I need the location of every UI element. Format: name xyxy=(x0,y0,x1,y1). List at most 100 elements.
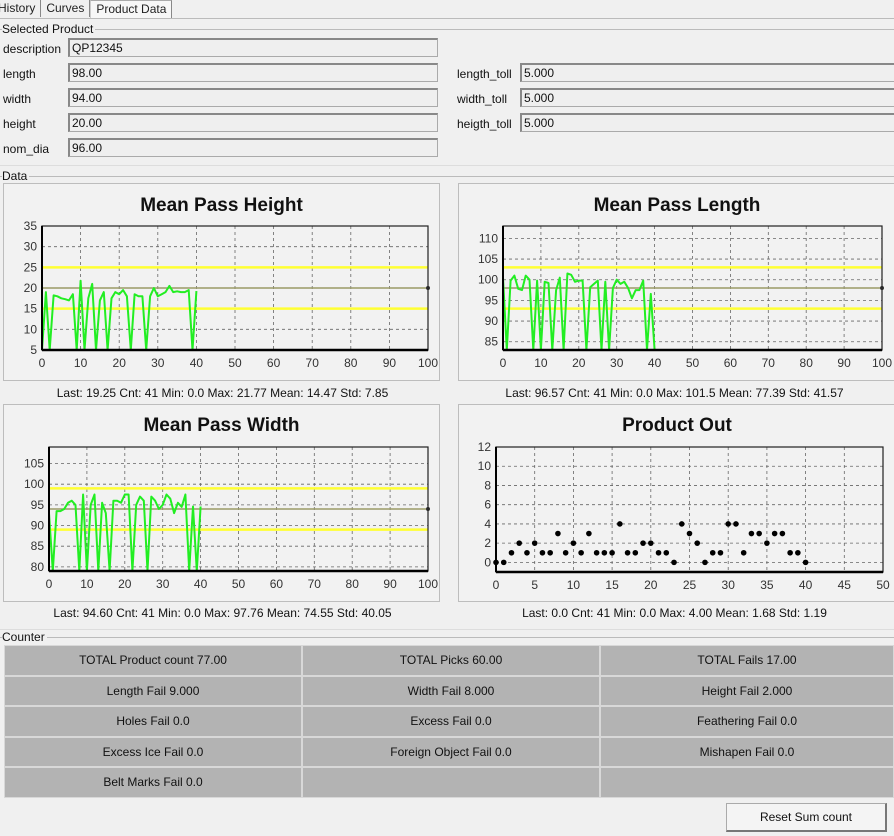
y-tick-label: 100 xyxy=(478,273,498,287)
width-label: width xyxy=(3,92,32,106)
width-field[interactable]: 94.00 xyxy=(68,88,438,107)
y-tick-label: 95 xyxy=(485,293,499,307)
description-field[interactable]: QP12345 xyxy=(68,38,438,57)
x-tick-label: 25 xyxy=(683,578,697,592)
data-point xyxy=(570,540,577,546)
data-point xyxy=(508,549,515,556)
x-tick-label: 20 xyxy=(118,577,132,591)
chart-length: 0 10 20 30 40 50 60 70 80 90 100 85 90 95 100 105 110 xyxy=(478,225,892,370)
length-label: length xyxy=(3,67,36,81)
x-tick-label: 20 xyxy=(572,356,586,370)
data-point xyxy=(531,540,538,546)
tab-curves[interactable]: Curves xyxy=(41,0,91,17)
nom-dia-label: nom_dia xyxy=(3,142,50,156)
tab-divider xyxy=(0,18,894,19)
data-point xyxy=(802,559,809,566)
y-tick-label: 30 xyxy=(24,240,38,254)
x-tick-label: 50 xyxy=(232,577,246,591)
reset-sum-count-button[interactable]: Reset Sum count xyxy=(726,803,887,832)
data-point xyxy=(702,559,708,566)
length-toll-label: length_toll xyxy=(457,67,512,81)
data-point xyxy=(578,549,584,556)
data-point xyxy=(764,540,770,546)
x-tick-label: 35 xyxy=(760,578,774,592)
counter-empty-cell xyxy=(302,767,600,798)
data-point xyxy=(671,559,677,566)
data-point xyxy=(748,530,755,537)
data-point xyxy=(586,530,592,537)
counter-holes-fail: Holes Fail 0.0 xyxy=(4,706,302,737)
height-label: height xyxy=(3,117,36,131)
x-tick-label: 30 xyxy=(151,356,165,370)
x-tick-label: 10 xyxy=(80,577,94,591)
y-tick-label: 35 xyxy=(24,219,38,233)
x-tick-label: 10 xyxy=(74,356,88,370)
x-tick-label: 100 xyxy=(418,356,438,370)
data-point xyxy=(740,549,747,556)
counter-total-product-count: TOTAL Product count 77.00 xyxy=(4,645,302,676)
y-tick-label: 80 xyxy=(31,560,45,574)
y-tick-label: 10 xyxy=(24,322,38,336)
y-tick-label: 20 xyxy=(24,281,38,295)
chart-panel-length: Mean Pass Length 0 10 20 30 40 50 60 70 80 90 100 8… xyxy=(458,183,894,381)
x-tick-label: 80 xyxy=(800,356,814,370)
y-tick-label: 85 xyxy=(31,539,45,553)
x-tick-label: 70 xyxy=(308,577,322,591)
data-point xyxy=(609,549,615,556)
x-tick-label: 90 xyxy=(383,577,397,591)
width-toll-label: width_toll xyxy=(457,92,508,106)
x-tick-label: 60 xyxy=(724,356,738,370)
x-tick-label: 5 xyxy=(531,578,538,592)
data-point xyxy=(725,521,731,527)
counter-excess-fail: Excess Fail 0.0 xyxy=(302,706,600,737)
counter-total-picks: TOTAL Picks 60.00 xyxy=(302,645,600,676)
x-tick-label: 30 xyxy=(156,577,170,591)
y-tick-label: 95 xyxy=(31,498,45,512)
data-point xyxy=(624,549,631,556)
tab-history[interactable]: History xyxy=(0,0,42,17)
y-tick-label: 15 xyxy=(24,302,38,316)
length-toll-field[interactable]: 5.000 xyxy=(520,63,894,82)
data-group-title: Data xyxy=(2,169,30,183)
data-point xyxy=(601,549,608,556)
data-point xyxy=(617,521,623,527)
chart-width: 0 10 20 30 40 50 60 70 80 90 100 80 85 90 95 100 105 xyxy=(24,446,438,591)
y-tick-label: 6 xyxy=(484,498,491,512)
counter-feathering-fail: Feathering Fail 0.0 xyxy=(600,706,894,737)
counter-total-fails: TOTAL Fails 17.00 xyxy=(600,645,894,676)
length-field[interactable]: 98.00 xyxy=(68,63,438,82)
chart-panel-height: Mean Pass Height 0 10 20 30 40 50 60 70 80 90 100 5… xyxy=(3,183,440,381)
x-tick-label: 10 xyxy=(534,356,548,370)
x-tick-label: 90 xyxy=(383,356,397,370)
x-tick-label: 40 xyxy=(190,356,204,370)
height-field[interactable]: 20.00 xyxy=(68,113,438,132)
x-tick-label: 20 xyxy=(644,578,658,592)
y-tick-label: 100 xyxy=(24,477,44,491)
x-tick-label: 40 xyxy=(799,578,813,592)
x-tick-label: 100 xyxy=(872,356,892,370)
x-tick-label: 50 xyxy=(228,356,242,370)
y-tick-label: 2 xyxy=(484,536,491,550)
y-tick-label: 0 xyxy=(484,555,491,569)
x-tick-label: 40 xyxy=(194,577,208,591)
tab-product-data[interactable]: Product Data xyxy=(90,0,173,19)
data-point xyxy=(524,549,530,556)
counter-group: Counter xyxy=(0,630,894,644)
heigth-toll-field[interactable]: 5.000 xyxy=(520,113,894,132)
chart-panel-product-out: Product Out 0 5 10 15 20 25 30 35 40 45 50 0 2 4 6 8 10 1… xyxy=(458,404,894,602)
x-tick-label: 80 xyxy=(346,577,360,591)
x-tick-label: 100 xyxy=(418,577,438,591)
x-tick-label: 60 xyxy=(267,356,281,370)
y-tick-label: 25 xyxy=(24,260,38,274)
y-tick-label: 4 xyxy=(484,517,491,531)
width-toll-field[interactable]: 5.000 xyxy=(520,88,894,107)
x-tick-label: 10 xyxy=(567,578,581,592)
data-point xyxy=(500,559,507,566)
counter-grid: TOTAL Product count 77.00 TOTAL Picks 60… xyxy=(4,645,894,798)
data-point xyxy=(632,549,639,556)
nom-dia-field[interactable]: 96.00 xyxy=(68,138,438,157)
data-point xyxy=(756,530,762,537)
counter-mishapen-fail: Mishapen Fail 0.0 xyxy=(600,736,894,767)
y-tick-label: 90 xyxy=(31,519,45,533)
counter-empty-cell xyxy=(600,767,894,798)
